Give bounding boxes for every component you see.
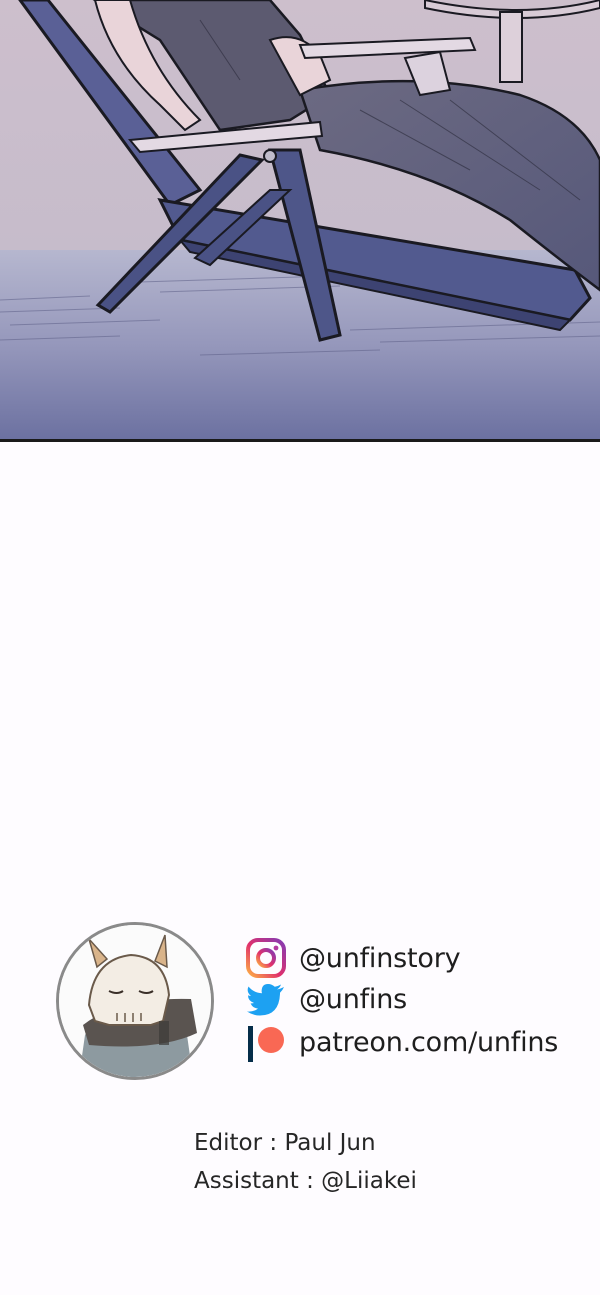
assistant-credit: Assistant : @Liiakei	[194, 1168, 417, 1194]
instagram-link[interactable]: @unfinstory	[246, 938, 461, 978]
editor-credit: Editor : Paul Jun	[194, 1130, 376, 1156]
instagram-icon	[246, 938, 286, 978]
panel-border	[0, 439, 600, 442]
twitter-link[interactable]: @unfins	[246, 979, 407, 1019]
author-avatar[interactable]	[56, 922, 214, 1080]
patreon-link[interactable]: patreon.com/unfins	[246, 1022, 558, 1062]
deck-chair-illustration	[0, 0, 600, 442]
avatar-illustration	[59, 925, 211, 1077]
instagram-handle: @unfinstory	[299, 942, 461, 974]
patreon-url: patreon.com/unfins	[299, 1026, 559, 1058]
patreon-icon	[246, 1022, 286, 1062]
comic-panel	[0, 0, 600, 442]
twitter-handle: @unfins	[299, 983, 408, 1015]
twitter-bird-icon	[246, 979, 286, 1019]
